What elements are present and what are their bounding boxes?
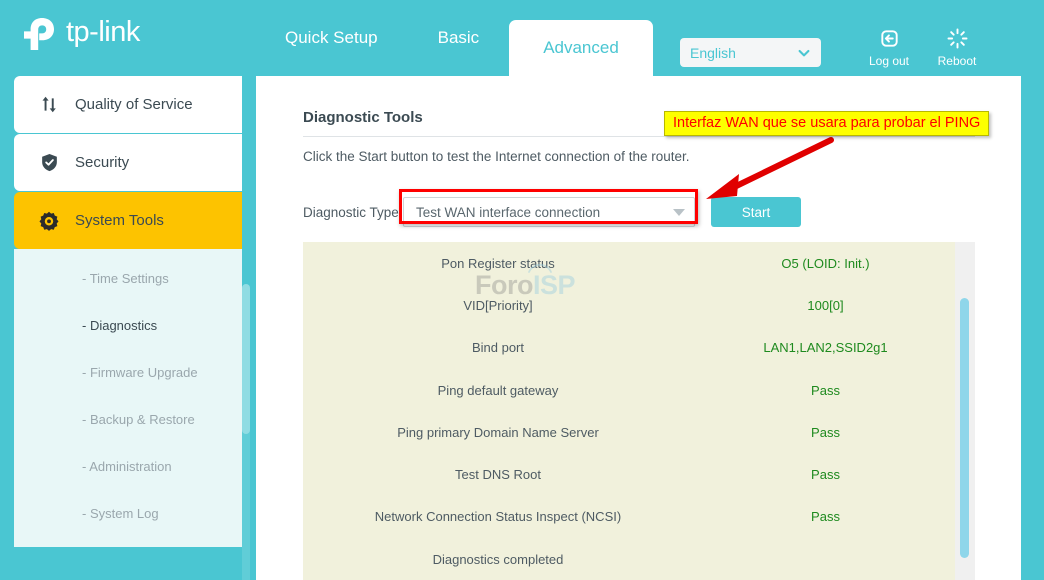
annotation-note: Interfaz WAN que se usara para probar el… — [664, 111, 989, 136]
page-header: tp-link Quick Setup Basic Advanced Engli… — [0, 0, 1044, 76]
sidebar-item-security[interactable]: Security — [14, 134, 242, 191]
diagnostic-type-select[interactable]: Test WAN interface connection — [403, 197, 695, 227]
result-value: 100[0] — [693, 298, 958, 313]
result-row: Bind port LAN1,LAN2,SSID2g1 — [303, 327, 975, 369]
page-description: Click the Start button to test the Inter… — [303, 149, 689, 164]
gear-icon — [36, 210, 62, 232]
result-row: Ping primary Domain Name Server Pass — [303, 411, 975, 453]
result-key: Bind port — [303, 340, 693, 355]
result-row: Diagnostics completed — [303, 538, 975, 580]
result-key: Diagnostics completed — [303, 552, 693, 567]
sidebar-subitem-system-log[interactable]: - System Log — [14, 490, 242, 537]
diagnostic-type-label: Diagnostic Type — [303, 205, 403, 220]
shield-check-icon — [36, 152, 62, 173]
arrows-up-down-icon — [36, 94, 62, 115]
result-key: Network Connection Status Inspect (NCSI) — [303, 509, 693, 524]
tp-link-wordmark: tp-link — [66, 18, 140, 50]
diagnostic-type-row: Diagnostic Type Test WAN interface conne… — [303, 196, 801, 228]
page-title: Diagnostic Tools — [303, 109, 423, 126]
top-tabs: Quick Setup Basic Advanced — [255, 0, 653, 76]
sidebar-item-label: System Tools — [75, 212, 164, 229]
sidebar-subnav: - Time Settings - Diagnostics - Firmware… — [14, 249, 242, 547]
sidebar-subitem-administration[interactable]: - Administration — [14, 443, 242, 490]
language-select-value: English — [690, 45, 797, 61]
reboot-button[interactable]: Reboot — [924, 26, 990, 68]
sidebar: Quality of Service Security System Tools — [0, 76, 256, 580]
sidebar-subitem-firmware-upgrade[interactable]: - Firmware Upgrade — [14, 349, 242, 396]
sidebar-scrollbar-track[interactable] — [242, 284, 250, 580]
results-scrollbar-thumb[interactable] — [960, 298, 969, 558]
main-content-panel: Diagnostic Tools Click the Start button … — [256, 76, 1021, 580]
result-value: Pass — [693, 509, 958, 524]
result-value: LAN1,LAN2,SSID2g1 — [693, 340, 958, 355]
result-row: Network Connection Status Inspect (NCSI)… — [303, 496, 975, 538]
result-row: VID[Priority] 100[0] — [303, 284, 975, 326]
logout-icon — [878, 26, 901, 50]
router-admin-page: tp-link Quick Setup Basic Advanced Engli… — [0, 0, 1044, 580]
tp-link-logo-icon — [20, 14, 60, 54]
result-key: Pon Register status — [303, 256, 693, 271]
reboot-icon — [946, 26, 969, 50]
sidebar-subitem-time-settings[interactable]: - Time Settings — [14, 255, 242, 302]
tab-quick-setup[interactable]: Quick Setup — [255, 0, 408, 76]
results-scrollbar-track[interactable] — [955, 242, 975, 580]
tab-basic[interactable]: Basic — [408, 0, 510, 76]
sidebar-scrollbar-thumb[interactable] — [242, 284, 250, 434]
dropdown-caret-icon — [673, 209, 685, 216]
chevron-down-icon — [797, 46, 811, 60]
sidebar-item-quality-of-service[interactable]: Quality of Service — [14, 76, 242, 133]
result-key: VID[Priority] — [303, 298, 693, 313]
sidebar-item-label: Quality of Service — [75, 96, 193, 113]
diagnostic-type-value: Test WAN interface connection — [416, 205, 600, 220]
tp-link-logo: tp-link — [20, 12, 170, 56]
sidebar-subitem-backup-restore[interactable]: - Backup & Restore — [14, 396, 242, 443]
result-value: Pass — [693, 425, 958, 440]
title-divider — [303, 136, 975, 137]
language-select[interactable]: English — [680, 38, 821, 67]
result-value: O5 (LOID: Init.) — [693, 256, 958, 271]
result-row: Ping default gateway Pass — [303, 369, 975, 411]
result-value: Pass — [693, 383, 958, 398]
sidebar-item-system-tools[interactable]: System Tools — [14, 192, 242, 249]
logout-label: Log out — [869, 54, 909, 68]
result-key: Ping primary Domain Name Server — [303, 425, 693, 440]
logout-button[interactable]: Log out — [856, 26, 922, 68]
diagnostic-results-panel: Pon Register status O5 (LOID: Init.) VID… — [303, 242, 975, 580]
result-key: Test DNS Root — [303, 467, 693, 482]
sidebar-item-label: Security — [75, 154, 129, 171]
sidebar-subitem-diagnostics[interactable]: - Diagnostics — [14, 302, 242, 349]
tab-advanced[interactable]: Advanced — [509, 20, 653, 76]
result-key: Ping default gateway — [303, 383, 693, 398]
start-button[interactable]: Start — [711, 197, 801, 227]
result-value: Pass — [693, 467, 958, 482]
result-row: Pon Register status O5 (LOID: Init.) — [303, 242, 975, 284]
reboot-label: Reboot — [938, 54, 977, 68]
result-row: Test DNS Root Pass — [303, 453, 975, 495]
